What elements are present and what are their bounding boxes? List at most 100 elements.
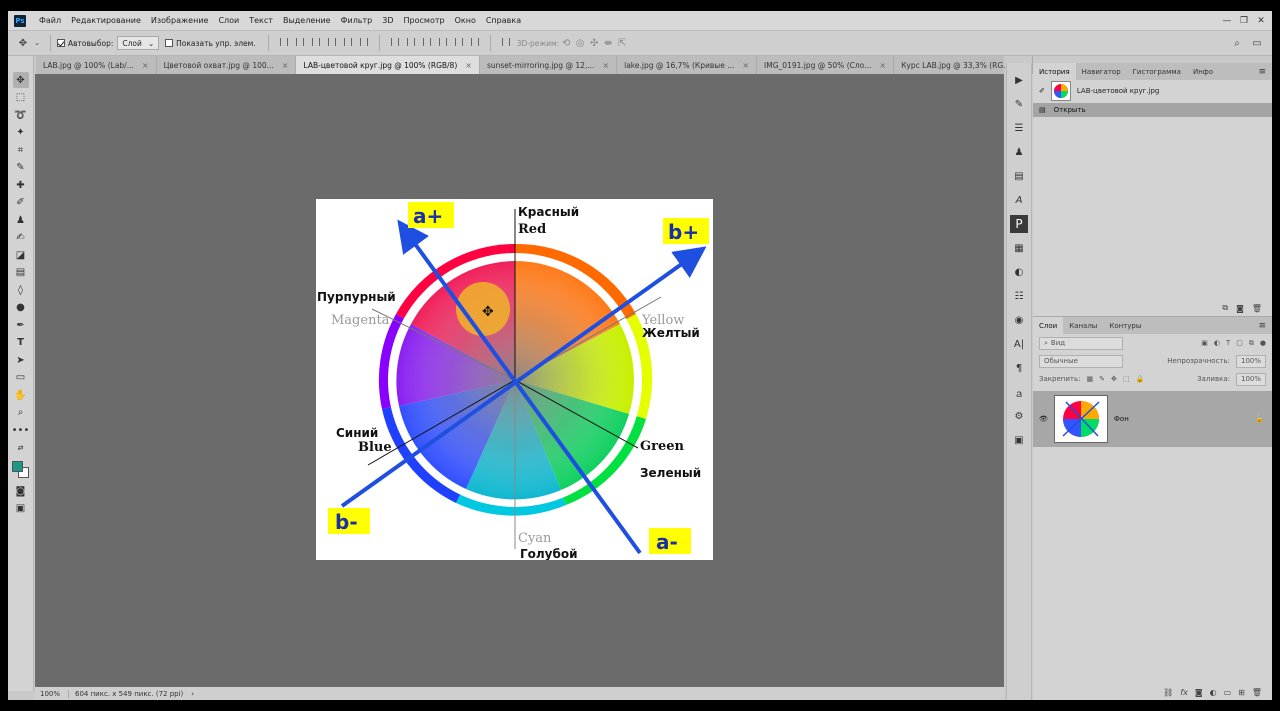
lock-transparent-icon[interactable]: ▦ — [1086, 375, 1093, 383]
swatches-icon[interactable]: ▦ — [1010, 239, 1028, 257]
zoom-level[interactable]: 100% — [35, 689, 69, 698]
document-image[interactable]: ✥ a+ b+ b- a- Красный Red Пурпурный Mage… — [316, 199, 713, 560]
menu-filter[interactable]: Фильтр — [336, 16, 378, 25]
filter-toggle-icon[interactable]: ● — [1260, 339, 1266, 347]
new-group-icon[interactable]: ▭ — [1224, 688, 1232, 697]
clone-stamp-tool-icon[interactable]: ♟ — [13, 212, 29, 228]
align-right-icon[interactable] — [357, 35, 371, 49]
filter-smart-icon[interactable]: ⧉ — [1249, 339, 1254, 348]
minimize-button[interactable]: — — [1220, 15, 1234, 27]
marquee-tool-icon[interactable]: ⬚ — [13, 90, 29, 106]
new-document-from-state-icon[interactable]: ⧉ — [1222, 303, 1228, 313]
eraser-tool-icon[interactable]: ◪ — [13, 247, 29, 263]
distribute-left-icon[interactable] — [436, 35, 450, 49]
opacity-input[interactable]: 100% — [1235, 354, 1266, 368]
tab-channels[interactable]: Каналы — [1063, 317, 1103, 334]
tab-navigator[interactable]: Навигатор — [1076, 63, 1127, 80]
libraries-icon[interactable]: ☷ — [1010, 287, 1028, 305]
camera-icon[interactable]: ◙ — [1236, 304, 1244, 313]
autoselect-checkbox[interactable] — [57, 39, 65, 47]
glyphs-icon[interactable]: ａ — [1010, 383, 1028, 401]
tab-lab-color-wheel[interactable]: LAB-цветовой круг.jpg @ 100% (RGB/8) × — [296, 56, 480, 74]
3d-slide-icon[interactable]: ⇼ — [601, 36, 615, 50]
distribute-bottom-icon[interactable] — [420, 35, 434, 49]
quick-select-tool-icon[interactable]: ✦ — [13, 125, 29, 141]
new-layer-icon[interactable]: ⊞ — [1238, 688, 1245, 697]
workspace-icon[interactable]: ▭ — [1250, 36, 1264, 50]
lock-all-icon[interactable]: 🔒 — [1135, 375, 1144, 383]
visibility-eye-icon[interactable]: 👁 — [1039, 415, 1048, 423]
menu-view[interactable]: Просмотр — [399, 16, 450, 25]
filter-adjustment-icon[interactable]: ◐ — [1214, 339, 1220, 347]
close-icon[interactable]: × — [282, 61, 289, 70]
layer-filter-field[interactable]: ⌕ Вид — [1039, 336, 1123, 350]
tab-img0191[interactable]: IMG_0191.jpg @ 50% (Сло... × — [757, 56, 895, 74]
menu-type[interactable]: Текст — [244, 16, 278, 25]
tab-lake[interactable]: lake.jpg @ 16,7% (Кривые ... × — [617, 56, 758, 74]
dodge-tool-icon[interactable]: ● — [13, 300, 29, 316]
lasso-tool-icon[interactable]: ➰ — [13, 107, 29, 123]
eyedropper-tool-icon[interactable]: ✎ — [13, 160, 29, 176]
play-icon[interactable]: ▶ — [1010, 71, 1028, 89]
adjustment-layer-icon[interactable]: ◐ — [1010, 263, 1028, 281]
paragraph-icon[interactable]: ¶ — [1010, 359, 1028, 377]
tab-histogram[interactable]: Гистограмма — [1127, 63, 1187, 80]
tab-paths[interactable]: Контуры — [1103, 317, 1147, 334]
move-tool-icon[interactable]: ✥ — [12, 72, 29, 88]
menu-layers[interactable]: Слои — [213, 16, 244, 25]
rectangle-tool-icon[interactable]: ▭ — [13, 370, 29, 386]
lock-pixels-icon[interactable]: ✎ — [1099, 375, 1105, 383]
filter-pixel-icon[interactable]: ▣ — [1201, 339, 1208, 347]
panel-menu-icon[interactable]: ≡ — [1258, 63, 1272, 80]
healing-brush-tool-icon[interactable]: ✚ — [13, 177, 29, 193]
restore-button[interactable]: ❐ — [1237, 15, 1251, 27]
3d-scale-icon[interactable]: ⇱ — [615, 36, 629, 50]
close-icon[interactable]: × — [602, 61, 609, 70]
hand-tool-icon[interactable]: ✋ — [13, 387, 29, 403]
align-hcenter-icon[interactable] — [341, 35, 355, 49]
layer-style-icon[interactable]: fx — [1180, 688, 1188, 697]
close-icon[interactable]: × — [142, 61, 149, 70]
crop-tool-icon[interactable]: ⌗ — [13, 142, 29, 158]
lock-artboard-icon[interactable]: ⬚ — [1123, 375, 1130, 383]
filter-type-icon[interactable]: T — [1226, 339, 1230, 347]
filter-shape-icon[interactable]: ▢ — [1236, 339, 1243, 347]
blend-mode-dropdown[interactable]: Обычные — [1039, 354, 1123, 368]
lock-position-icon[interactable]: ✥ — [1111, 375, 1117, 383]
close-icon[interactable]: × — [879, 61, 886, 70]
tab-layers[interactable]: Слои — [1033, 317, 1064, 334]
menu-edit[interactable]: Редактирование — [66, 16, 146, 25]
close-button[interactable]: ✕ — [1254, 15, 1268, 27]
3d-orbit-icon[interactable]: ⟲ — [559, 36, 573, 50]
blur-tool-icon[interactable]: ◊ — [13, 282, 29, 298]
menu-image[interactable]: Изображение — [146, 16, 214, 25]
new-fill-adjustment-icon[interactable]: ◐ — [1210, 688, 1217, 697]
autoselect-dropdown[interactable]: Слой ⌄ — [117, 36, 160, 50]
align-vcenter-icon[interactable] — [293, 35, 307, 49]
swap-colors-icon[interactable]: ⇄ — [13, 440, 29, 456]
move-tool-preset-icon[interactable]: ✥ — [16, 36, 30, 50]
link-layers-icon[interactable]: ⛓ — [1163, 688, 1173, 697]
pen-tool-icon[interactable]: ✒ — [13, 317, 29, 333]
canvas-area[interactable]: ✥ a+ b+ b- a- Красный Red Пурпурный Mage… — [35, 74, 1004, 687]
tab-info[interactable]: Инфо — [1187, 63, 1219, 80]
more-tools-icon[interactable]: ••• — [12, 422, 30, 438]
history-brush-source-icon[interactable]: ✐ — [1039, 87, 1045, 95]
clone-source-icon[interactable]: ♟ — [1010, 143, 1028, 161]
align-left-icon[interactable] — [325, 35, 339, 49]
layer-row[interactable]: 👁 Фон 🔒 — [1033, 391, 1272, 447]
align-bottom-icon[interactable] — [309, 35, 323, 49]
menu-help[interactable]: Справка — [481, 16, 526, 25]
paragraph-styles-icon[interactable]: P — [1010, 215, 1028, 233]
trash-icon[interactable]: 🗑 — [1252, 304, 1262, 313]
close-icon[interactable]: × — [742, 61, 749, 70]
panel-menu-icon[interactable]: ≡ — [1258, 317, 1272, 334]
history-brush-tool-icon[interactable]: ✍ — [13, 230, 29, 246]
layer-comps-icon[interactable]: ▣ — [1010, 431, 1028, 449]
distribute-right-icon[interactable] — [468, 35, 482, 49]
add-mask-icon[interactable]: ◙ — [1195, 688, 1203, 697]
3d-pan-icon[interactable]: ✣ — [587, 36, 601, 50]
chevron-down-icon[interactable]: ⌄ — [30, 36, 44, 50]
status-menu-arrow[interactable]: › — [191, 690, 194, 698]
screen-mode-icon[interactable]: ▣ — [13, 501, 29, 517]
